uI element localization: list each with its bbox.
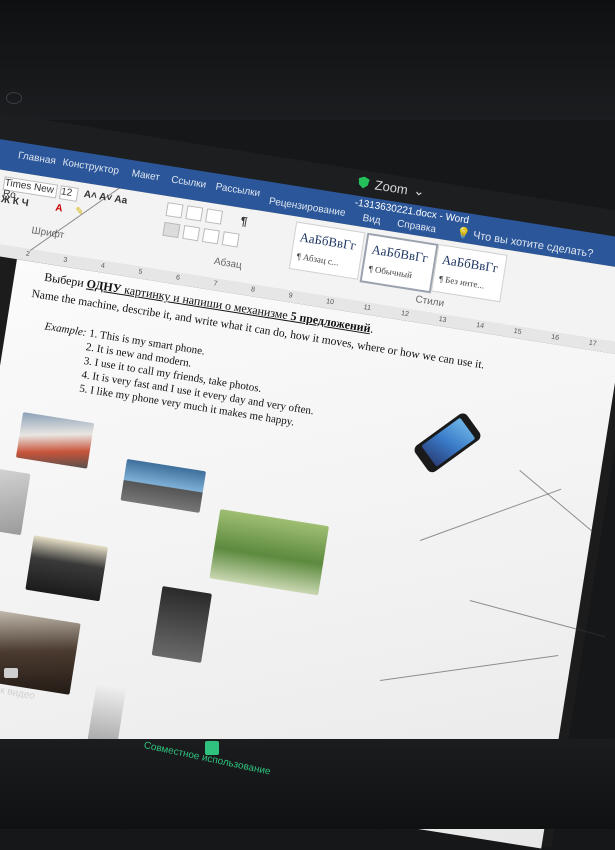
numbering-icon[interactable] <box>185 205 204 222</box>
align-right-icon[interactable] <box>201 228 220 245</box>
ruler-tick-label: 4 <box>100 262 106 270</box>
zoom-title-label: Zoom <box>373 176 410 197</box>
ruler-tick-label: 13 <box>438 315 447 325</box>
font-color-button[interactable]: A <box>55 203 64 215</box>
ruler-tick-label: 10 <box>325 298 335 307</box>
ruler-tick-label: 14 <box>475 321 485 331</box>
align-center-icon[interactable] <box>182 224 201 242</box>
multilevel-list-icon[interactable] <box>205 208 224 225</box>
bold-button[interactable]: Ж К Ч <box>0 194 29 209</box>
ruler-tick-label: 2 <box>25 250 31 259</box>
typewriter-picture[interactable] <box>25 535 109 602</box>
justify-icon[interactable] <box>221 231 240 248</box>
tab-mailings[interactable]: Рассылки <box>215 181 261 199</box>
ruler-tick-label: 15 <box>513 327 523 336</box>
paragraph-group-label: Абзац <box>213 256 243 272</box>
camera-icon[interactable] <box>4 668 18 678</box>
ruler-tick-label: 16 <box>550 333 560 342</box>
washing-machine-picture[interactable] <box>0 465 31 536</box>
lightbulb-icon: 💡 <box>455 226 471 241</box>
tab-layout[interactable]: Макет <box>131 168 161 183</box>
style-no-spacing[interactable]: АаБбВвГг ¶ Без инте... <box>430 243 508 303</box>
ruler-tick-label: 7 <box>212 280 218 288</box>
ruler-tick-label: 8 <box>250 286 256 294</box>
ruler-tick-label: 11 <box>363 304 372 313</box>
tab-view[interactable]: Вид <box>362 213 382 227</box>
webcam-icon <box>6 92 22 104</box>
train-picture[interactable] <box>15 412 95 469</box>
ruler-tick-label: 6 <box>175 274 181 282</box>
shield-icon <box>357 176 370 190</box>
style-normal[interactable]: АаБбВвГг ¶ Обычный <box>359 232 439 294</box>
ruler-tick-label: 9 <box>288 292 293 300</box>
screen: Zoom ⌄ Главная Конструктор Макет Ссылки … <box>0 108 615 849</box>
ruler-tick-label: 12 <box>400 310 410 319</box>
bullets-icon[interactable] <box>165 202 184 219</box>
font-size-box[interactable]: 12 <box>58 185 79 202</box>
styles-group-label: Стили <box>414 294 445 310</box>
smartphone-picture[interactable] <box>412 411 483 475</box>
pilcrow-icon[interactable]: ¶ <box>240 214 249 229</box>
sewing-machine-picture[interactable] <box>0 608 81 695</box>
tab-home[interactable]: Главная <box>17 150 56 167</box>
monitor-bezel-top <box>0 0 615 120</box>
ruler-tick-label: 3 <box>62 256 68 265</box>
bicycle-picture[interactable] <box>209 509 329 596</box>
ruler-tick-label: 17 <box>588 339 598 348</box>
laptop-picture[interactable] <box>120 458 207 513</box>
zoom-title[interactable]: Zoom ⌄ <box>357 174 426 200</box>
tab-design[interactable]: Конструктор <box>62 157 120 177</box>
example-label: Example: <box>43 320 88 339</box>
style-list-paragraph[interactable]: АаБбВвГг ¶ Абзац с... <box>288 221 366 280</box>
monitor-bezel-bottom <box>0 739 615 829</box>
chevron-down-icon: ⌄ <box>412 182 426 200</box>
coffee-machine-picture[interactable] <box>151 586 212 663</box>
align-left-icon[interactable] <box>162 221 181 239</box>
tab-references[interactable]: Ссылки <box>170 174 207 190</box>
ruler-tick-label: 5 <box>137 268 143 276</box>
